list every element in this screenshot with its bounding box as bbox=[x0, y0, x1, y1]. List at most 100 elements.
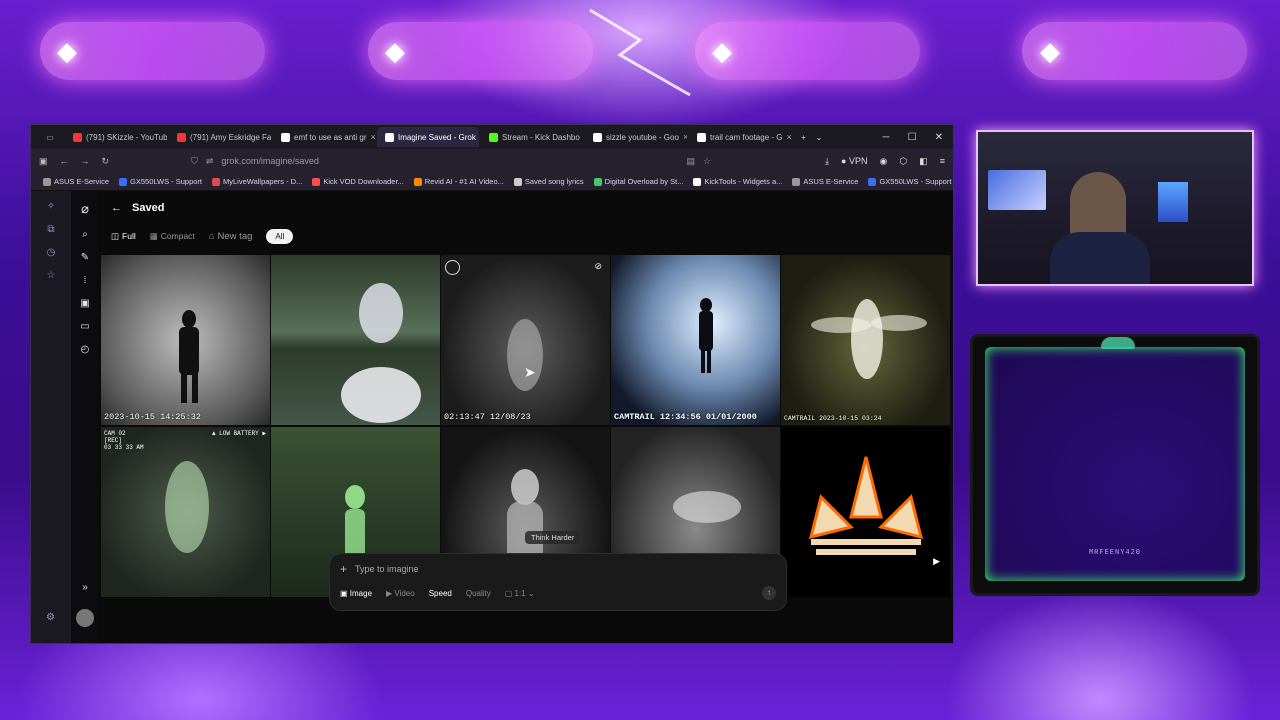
diamond-icon: ◆ bbox=[57, 36, 77, 66]
aria-icon[interactable]: ✧ bbox=[47, 201, 55, 212]
tile-caption: CAMTRAIL 12:34:56 01/01/2000 bbox=[614, 412, 757, 422]
easy-setup-icon[interactable]: ◧ bbox=[919, 156, 928, 167]
bookmark-label: Revid AI - #1 AI Video... bbox=[424, 177, 504, 186]
compact-view-toggle[interactable]: ▦ Compact bbox=[150, 231, 195, 242]
tab-menu-icon[interactable]: ▭ bbox=[35, 133, 65, 142]
tab-close-icon[interactable]: × bbox=[370, 132, 375, 142]
figure-silhouette bbox=[179, 310, 199, 403]
tab-2[interactable]: emf to use as anti gr × bbox=[273, 127, 375, 147]
maximize-button[interactable]: ☐ bbox=[908, 132, 917, 143]
ghost-figure bbox=[507, 319, 543, 391]
bookmark-icon bbox=[312, 177, 321, 186]
bookmark-icon bbox=[413, 177, 422, 186]
image-tile[interactable]: CAMTRAIL 2023-10-15 03:24 bbox=[781, 255, 950, 425]
image-tile[interactable]: 2023-10-15 14:25:32 bbox=[101, 255, 270, 425]
aspect-ratio-select[interactable]: ▢ 1:1 ⌄ bbox=[505, 589, 535, 598]
grok-sidebar: ⌀ ⌕ ✎ ⦙ ▣ ▭ ◴ » bbox=[71, 191, 99, 643]
ghost-figure bbox=[165, 461, 209, 553]
minimize-button[interactable]: ─ bbox=[883, 132, 890, 143]
menu-icon[interactable]: ≡ bbox=[940, 156, 945, 166]
monitor-glow bbox=[1158, 182, 1188, 222]
full-label: Full bbox=[122, 231, 136, 241]
back-arrow-icon[interactable]: ← bbox=[111, 202, 122, 214]
image-tile[interactable]: ⊘ ➤ 02:13:47 12/08/23 bbox=[441, 255, 610, 425]
aspect-ratio-label: 1:1 bbox=[514, 588, 526, 598]
site-settings-icon[interactable]: ⇌ bbox=[206, 156, 214, 167]
full-view-toggle[interactable]: ◫ Full bbox=[111, 231, 136, 242]
settings-icon[interactable]: ⚙ bbox=[46, 612, 55, 623]
opera-sidebar: ✧ ⧉ ◷ ☆ ⚙ bbox=[31, 191, 71, 643]
bookmark-item[interactable]: ASUS E-Service bbox=[43, 177, 109, 186]
bookmark-item[interactable]: Kick VOD Downloader... bbox=[312, 177, 404, 186]
expand-icon[interactable]: » bbox=[82, 582, 88, 593]
image-tile[interactable]: ▶ bbox=[781, 427, 950, 597]
bookmarks-icon[interactable]: ☆ bbox=[47, 270, 56, 281]
projects-icon[interactable]: ▭ bbox=[80, 321, 89, 332]
tab-4[interactable]: Stream - Kick Dashbo× bbox=[481, 127, 583, 147]
imagine-icon[interactable]: ▣ bbox=[80, 298, 89, 309]
tag-icon[interactable]: ⊘ bbox=[594, 261, 602, 272]
tab-close-icon[interactable]: × bbox=[683, 132, 687, 142]
send-button[interactable]: ↑ bbox=[762, 586, 776, 600]
bookmark-item[interactable]: GX550LWS - Support bbox=[868, 177, 951, 186]
snapshot-icon[interactable]: ▤ bbox=[686, 156, 695, 167]
tab-list-icon[interactable]: ⌄ bbox=[816, 133, 823, 142]
history-icon[interactable]: ◷ bbox=[47, 247, 56, 258]
tab-1[interactable]: (791) Amy Eskridge Fa× bbox=[169, 127, 271, 147]
bookmark-item[interactable]: Saved song lyrics bbox=[513, 177, 584, 186]
quality-button[interactable]: Quality bbox=[466, 589, 491, 598]
cursor-icon: ➤ bbox=[524, 364, 536, 380]
image-tile[interactable]: CAMTRAIL 12:34:56 01/01/2000 bbox=[611, 255, 780, 425]
avatar[interactable] bbox=[76, 609, 94, 627]
new-tag-label: New tag bbox=[217, 230, 253, 242]
bookmark-item[interactable]: GX550LWS - Support bbox=[119, 177, 202, 186]
all-filter-chip[interactable]: All bbox=[266, 228, 294, 244]
tab-6[interactable]: trail cam footage - G × bbox=[689, 127, 791, 147]
voice-icon[interactable]: ⦙ bbox=[84, 275, 86, 286]
battery-status: ▲ LOW BATTERY ▶ bbox=[211, 430, 266, 437]
new-tag-button[interactable]: ⌂ New tag bbox=[209, 231, 253, 242]
bookmark-item[interactable]: MyLiveWallpapers - D... bbox=[212, 177, 302, 186]
add-icon[interactable]: + bbox=[340, 562, 347, 576]
favicon-icon bbox=[73, 132, 82, 142]
bookmark-label: KickTools - Widgets a... bbox=[704, 177, 783, 186]
close-button[interactable]: ✕ bbox=[935, 132, 943, 143]
new-tab-button[interactable]: + bbox=[791, 133, 816, 142]
bookmarks-bar: ASUS E-Service GX550LWS - Support MyLiveWa… bbox=[31, 173, 953, 191]
history-icon[interactable]: ◴ bbox=[81, 344, 90, 355]
back-icon[interactable]: ← bbox=[60, 156, 69, 166]
bookmark-item[interactable]: Digital Overload by St... bbox=[593, 177, 683, 186]
sidebar-toggle-icon[interactable]: ▣ bbox=[39, 156, 48, 167]
tab-3[interactable]: Imagine Saved - Grok× bbox=[377, 127, 479, 147]
tab-5[interactable]: sizzle youtube - Goo × bbox=[585, 127, 687, 147]
bookmark-star-icon[interactable]: ☆ bbox=[703, 156, 711, 167]
extensions-icon[interactable]: ⬡ bbox=[899, 156, 907, 167]
edit-icon[interactable]: ✎ bbox=[81, 252, 89, 263]
bookmark-item[interactable]: ASUS E-Service bbox=[792, 177, 858, 186]
bookmark-label: ASUS E-Service bbox=[54, 177, 110, 186]
image-tile[interactable] bbox=[271, 255, 440, 425]
image-mode-button[interactable]: ▣ Image bbox=[340, 589, 372, 598]
search-icon[interactable]: ⌕ bbox=[82, 229, 88, 240]
grok-logo-icon[interactable]: ⌀ bbox=[81, 201, 89, 217]
video-mode-button[interactable]: ▶ Video bbox=[386, 589, 415, 598]
webcam-overlay bbox=[976, 130, 1254, 286]
bookmark-item[interactable]: Revid AI - #1 AI Video... bbox=[413, 177, 504, 186]
speed-button[interactable]: Speed bbox=[429, 589, 452, 598]
download-icon[interactable]: ⤓ bbox=[825, 156, 829, 167]
tab-label: (791) Amy Eskridge Fa bbox=[190, 132, 271, 142]
forward-icon[interactable]: → bbox=[81, 156, 90, 166]
tile-caption: CAMTRAIL 2023-10-15 03:24 bbox=[784, 415, 882, 422]
play-icon[interactable]: ▶ bbox=[933, 556, 940, 567]
image-tile[interactable]: CAM 02 [REC] 03 33 33 AM ▲ LOW BATTERY ▶ bbox=[101, 427, 270, 597]
bookmark-item[interactable]: KickTools - Widgets a... bbox=[693, 177, 782, 186]
workspaces-icon[interactable]: ⧉ bbox=[47, 224, 54, 235]
vpn-badge[interactable]: ● VPN bbox=[841, 156, 867, 166]
reload-icon[interactable]: ↻ bbox=[102, 156, 110, 167]
prompt-input[interactable]: Type to imagine bbox=[355, 564, 419, 574]
url-field[interactable]: ⛉ ⇌ grok.com/imagine/saved ▤ ☆ bbox=[191, 153, 711, 169]
tile-caption: CAM 02 [REC] 03 33 33 AM bbox=[104, 430, 144, 451]
select-checkbox[interactable] bbox=[445, 260, 460, 275]
tab-0[interactable]: (791) SKizzle - YouTube× bbox=[65, 127, 167, 147]
profile-icon[interactable]: ◉ bbox=[880, 156, 888, 167]
